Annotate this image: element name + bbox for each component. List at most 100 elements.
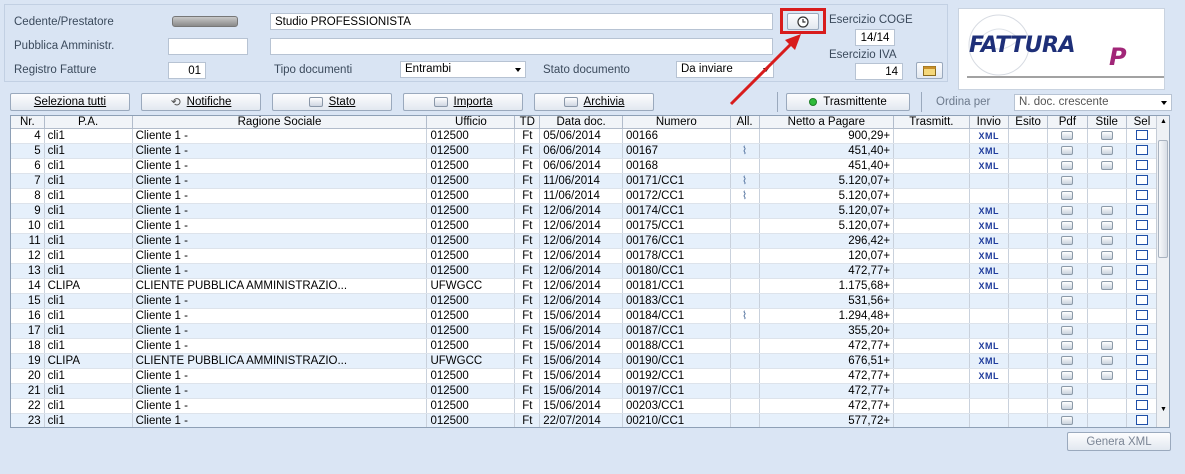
- pa-name-field[interactable]: [270, 38, 773, 55]
- select-checkbox[interactable]: [1135, 385, 1148, 395]
- cell-stile[interactable]: [1087, 248, 1127, 264]
- esercizio-coge-field[interactable]: 14/14: [855, 29, 895, 46]
- style-icon[interactable]: [1100, 355, 1113, 365]
- cell-stile[interactable]: [1087, 278, 1127, 294]
- xml-icon[interactable]: XML: [979, 206, 1000, 216]
- select-checkbox[interactable]: [1135, 145, 1148, 155]
- style-icon[interactable]: [1100, 220, 1113, 230]
- scroll-up-icon[interactable]: ▲: [1160, 118, 1167, 125]
- pdf-icon[interactable]: [1061, 280, 1074, 290]
- table-row[interactable]: 23 cli1 Cliente 1 -012500 Ft 22/07/2014 00210…: [11, 413, 1159, 427]
- select-checkbox[interactable]: [1135, 415, 1148, 425]
- column-header[interactable]: P.A.: [44, 116, 133, 129]
- attachment-icon[interactable]: ⌇: [742, 145, 747, 157]
- select-checkbox[interactable]: [1135, 310, 1148, 320]
- cell-stile[interactable]: [1087, 218, 1127, 234]
- cell-stile[interactable]: [1087, 233, 1127, 249]
- cell-stile[interactable]: [1087, 203, 1127, 219]
- cell-pdf[interactable]: [1047, 173, 1088, 189]
- column-header[interactable]: Ragione Sociale: [132, 116, 428, 129]
- table-row[interactable]: 19 CLIPA CLIENTE PUBBLICA AMMINISTRAZIO...…: [11, 353, 1159, 369]
- cell-invio[interactable]: XML: [969, 248, 1009, 264]
- vertical-scrollbar[interactable]: ▲ ▼: [1156, 116, 1169, 427]
- column-header[interactable]: TD: [514, 116, 541, 129]
- cell-pdf[interactable]: [1047, 248, 1088, 264]
- xml-icon[interactable]: XML: [979, 251, 1000, 261]
- cell-pdf[interactable]: [1047, 368, 1088, 384]
- scrollbar-thumb[interactable]: [1158, 140, 1168, 258]
- xml-icon[interactable]: XML: [979, 131, 1000, 141]
- pdf-icon[interactable]: [1061, 295, 1074, 305]
- cell-pdf[interactable]: [1047, 218, 1088, 234]
- select-checkbox[interactable]: [1135, 265, 1148, 275]
- cell-allegati[interactable]: ⌇: [730, 308, 760, 324]
- pdf-icon[interactable]: [1061, 400, 1074, 410]
- select-checkbox[interactable]: [1135, 355, 1148, 365]
- table-row[interactable]: 15 cli1 Cliente 1 -012500 Ft 12/06/2014 00183…: [11, 293, 1159, 309]
- pdf-icon[interactable]: [1061, 175, 1074, 185]
- cell-invio[interactable]: XML: [969, 203, 1009, 219]
- column-header[interactable]: Trasmitt.: [893, 116, 970, 129]
- cell-sel[interactable]: [1126, 143, 1159, 159]
- cell-pdf[interactable]: [1047, 323, 1088, 339]
- style-icon[interactable]: [1100, 265, 1113, 275]
- xml-icon[interactable]: XML: [979, 146, 1000, 156]
- column-header[interactable]: Numero: [622, 116, 731, 129]
- cell-pdf[interactable]: [1047, 203, 1088, 219]
- cell-stile[interactable]: [1087, 353, 1127, 369]
- cell-pdf[interactable]: [1047, 308, 1088, 324]
- cell-sel[interactable]: [1126, 128, 1159, 144]
- seleziona-tutti-button[interactable]: Seleziona tutti: [10, 93, 130, 111]
- cell-invio[interactable]: XML: [969, 218, 1009, 234]
- cell-invio[interactable]: XML: [969, 368, 1009, 384]
- cell-stile[interactable]: [1087, 338, 1127, 354]
- table-row[interactable]: 20 cli1 Cliente 1 -012500 Ft 15/06/2014 00192…: [11, 368, 1159, 384]
- select-checkbox[interactable]: [1135, 130, 1148, 140]
- style-icon[interactable]: [1100, 340, 1113, 350]
- xml-icon[interactable]: XML: [979, 236, 1000, 246]
- ordina-select[interactable]: N. doc. crescente: [1014, 94, 1172, 111]
- stato-button[interactable]: Stato: [272, 93, 392, 111]
- select-checkbox[interactable]: [1135, 190, 1148, 200]
- pdf-icon[interactable]: [1061, 190, 1074, 200]
- style-icon[interactable]: [1100, 370, 1113, 380]
- pdf-icon[interactable]: [1061, 265, 1074, 275]
- attachment-icon[interactable]: ⌇: [742, 175, 747, 187]
- table-row[interactable]: 13 cli1 Cliente 1 -012500 Ft 12/06/2014 00180…: [11, 263, 1159, 279]
- esercizio-iva-field[interactable]: 14: [855, 63, 903, 80]
- cell-allegati[interactable]: ⌇: [730, 188, 760, 204]
- cell-sel[interactable]: [1126, 203, 1159, 219]
- select-checkbox[interactable]: [1135, 400, 1148, 410]
- select-checkbox[interactable]: [1135, 160, 1148, 170]
- column-header[interactable]: Stile: [1087, 116, 1127, 129]
- column-header[interactable]: All.: [730, 116, 760, 129]
- cell-stile[interactable]: [1087, 158, 1127, 174]
- column-header[interactable]: Pdf: [1047, 116, 1088, 129]
- browse-button[interactable]: [787, 13, 819, 30]
- style-icon[interactable]: [1100, 205, 1113, 215]
- column-header[interactable]: Netto a Pagare: [759, 116, 895, 129]
- cell-pdf[interactable]: [1047, 188, 1088, 204]
- xml-icon[interactable]: XML: [979, 281, 1000, 291]
- cell-sel[interactable]: [1126, 278, 1159, 294]
- calendar-button[interactable]: [916, 62, 943, 79]
- table-row[interactable]: 10 cli1 Cliente 1 -012500 Ft 12/06/2014 00175…: [11, 218, 1159, 234]
- pdf-icon[interactable]: [1061, 205, 1074, 215]
- select-checkbox[interactable]: [1135, 325, 1148, 335]
- xml-icon[interactable]: XML: [979, 221, 1000, 231]
- column-header[interactable]: Esito: [1008, 116, 1049, 129]
- cell-sel[interactable]: [1126, 188, 1159, 204]
- xml-icon[interactable]: XML: [979, 266, 1000, 276]
- style-icon[interactable]: [1100, 130, 1113, 140]
- cell-pdf[interactable]: [1047, 143, 1088, 159]
- cell-sel[interactable]: [1126, 383, 1159, 399]
- cell-pdf[interactable]: [1047, 233, 1088, 249]
- column-header[interactable]: Invio: [969, 116, 1009, 129]
- cell-pdf[interactable]: [1047, 128, 1088, 144]
- pdf-icon[interactable]: [1061, 385, 1074, 395]
- cell-invio[interactable]: XML: [969, 278, 1009, 294]
- registro-field[interactable]: 01: [168, 62, 206, 79]
- table-row[interactable]: 11 cli1 Cliente 1 -012500 Ft 12/06/2014 00176…: [11, 233, 1159, 249]
- cell-stile[interactable]: [1087, 368, 1127, 384]
- table-row[interactable]: 7 cli1 Cliente 1 -012500 Ft 11/06/2014 00171/…: [11, 173, 1159, 189]
